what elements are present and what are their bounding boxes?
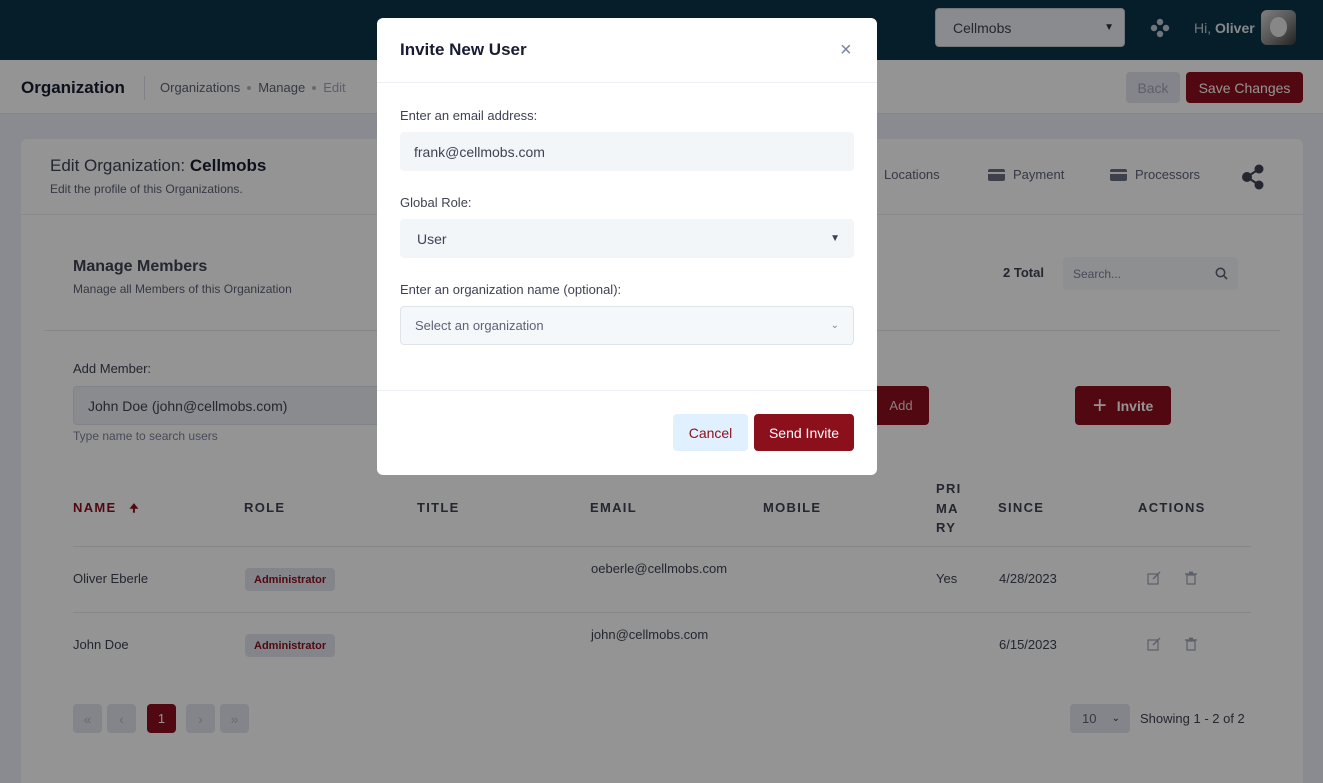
- chevron-down-icon: ▼: [830, 233, 840, 244]
- organization-placeholder: Select an organization: [415, 318, 544, 333]
- close-icon[interactable]: ×: [840, 40, 852, 60]
- organization-select[interactable]: Select an organization ⌄: [400, 306, 854, 345]
- email-field[interactable]: frank@cellmobs.com: [400, 132, 854, 171]
- global-role-select[interactable]: User ▼: [400, 219, 854, 258]
- organization-name-label: Enter an organization name (optional):: [400, 282, 622, 297]
- cancel-button[interactable]: Cancel: [673, 414, 748, 451]
- email-label: Enter an email address:: [400, 108, 538, 123]
- modal-title: Invite New User: [400, 40, 527, 59]
- send-invite-button[interactable]: Send Invite: [754, 414, 854, 451]
- divider: [377, 390, 877, 391]
- chevron-down-icon: ⌄: [830, 320, 839, 331]
- global-role-label: Global Role:: [400, 195, 472, 210]
- divider: [377, 82, 877, 83]
- email-value: frank@cellmobs.com: [414, 143, 545, 160]
- global-role-value: User: [417, 230, 447, 247]
- invite-user-modal: Invite New User × Enter an email address…: [377, 18, 877, 475]
